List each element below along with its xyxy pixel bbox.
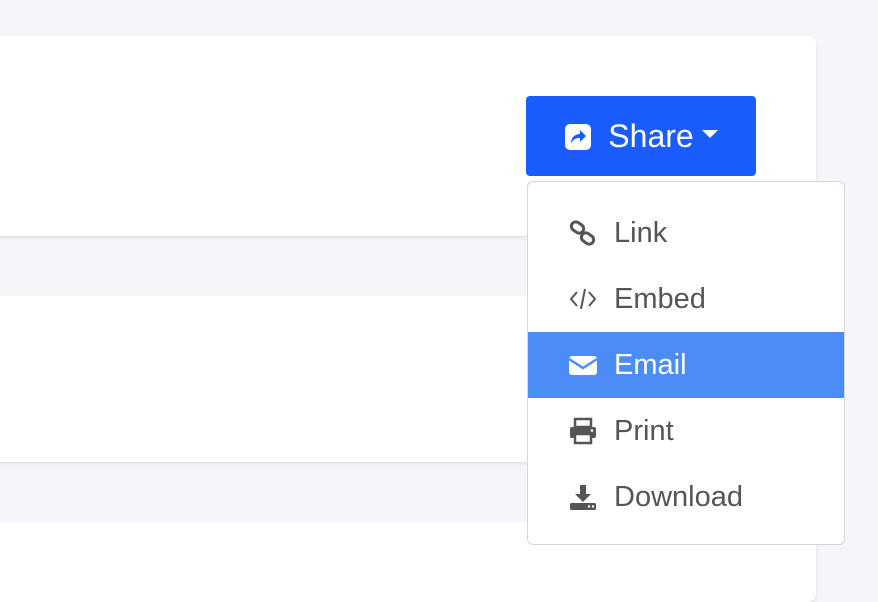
menu-item-link[interactable]: Link [528, 200, 844, 266]
menu-item-embed[interactable]: Embed [528, 266, 844, 332]
menu-item-label: Download [614, 480, 743, 513]
printer-icon [568, 417, 598, 445]
share-button-label: Share [608, 118, 694, 154]
menu-item-label: Link [614, 216, 668, 249]
download-icon [568, 483, 598, 511]
code-icon [568, 285, 598, 313]
menu-item-email[interactable]: Email [528, 332, 844, 398]
menu-item-label: Embed [614, 282, 706, 315]
menu-item-download[interactable]: Download [528, 464, 844, 530]
share-dropdown-menu: Link Embed Email Print Download [527, 181, 845, 545]
share-square-icon [564, 122, 592, 150]
menu-item-label: Print [614, 414, 674, 447]
caret-down-icon [701, 130, 718, 138]
menu-item-label: Email [614, 348, 687, 381]
menu-item-print[interactable]: Print [528, 398, 844, 464]
share-button[interactable]: Share [526, 96, 756, 176]
envelope-icon [568, 351, 598, 379]
link-icon [568, 219, 598, 247]
